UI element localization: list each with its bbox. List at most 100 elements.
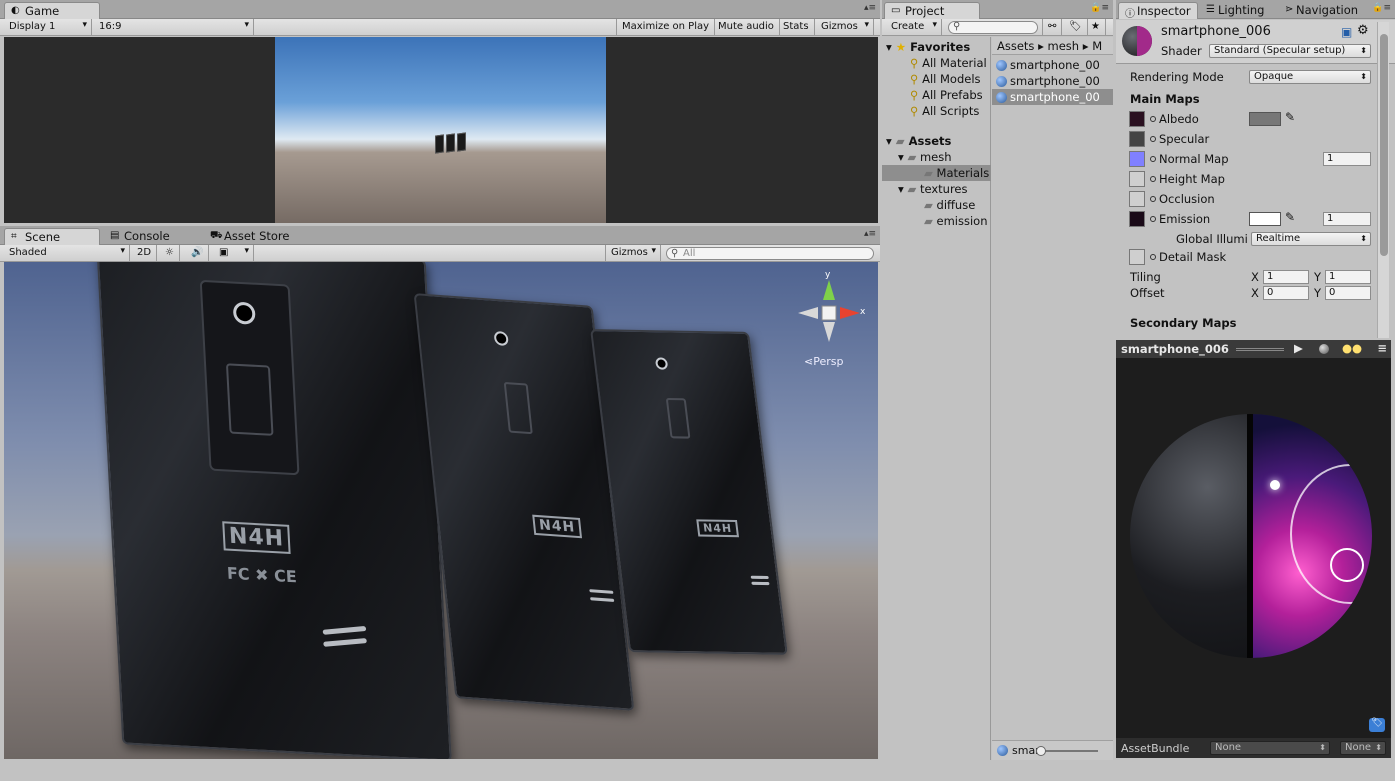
- shading-dropdown[interactable]: Shaded: [4, 245, 130, 261]
- breadcrumb-item[interactable]: Assets: [997, 39, 1034, 53]
- picker-dot-icon[interactable]: [1150, 136, 1156, 142]
- persp-label[interactable]: ⋖Persp: [804, 355, 843, 368]
- lighting-toggle-icon[interactable]: ☼: [160, 245, 180, 261]
- picker-dot-icon[interactable]: [1150, 254, 1156, 260]
- file-item[interactable]: smartphone_00: [992, 57, 1113, 73]
- tiling-x-input[interactable]: 1: [1263, 270, 1309, 284]
- tiling-y-input[interactable]: 1: [1325, 270, 1371, 284]
- tab-console[interactable]: ▤ Console: [104, 228, 200, 245]
- material-name: smartphone_006: [1161, 24, 1271, 39]
- scene-gizmos-dropdown[interactable]: Gizmos: [605, 245, 661, 261]
- file-item[interactable]: smartphone_00: [992, 73, 1113, 89]
- tab-inspector[interactable]: ⓘ Inspector: [1118, 2, 1198, 20]
- project-search-input[interactable]: ⚲: [948, 21, 1038, 34]
- gizmos-dropdown[interactable]: Gizmos: [816, 19, 874, 35]
- detail-mask-slot[interactable]: [1129, 249, 1145, 265]
- aspect-dropdown[interactable]: 16:9: [94, 19, 254, 35]
- stats-button[interactable]: Stats: [778, 19, 815, 35]
- albedo-color-field[interactable]: [1249, 112, 1281, 126]
- favorite-item[interactable]: ⚲ All Models: [910, 71, 981, 87]
- favorite-item[interactable]: ⚲ All Prefabs: [910, 87, 983, 103]
- project-tab-menu-icon[interactable]: 🔒≡: [1090, 3, 1109, 13]
- search-icon: ⚲: [910, 56, 919, 70]
- audio-toggle-icon[interactable]: 🔊: [186, 245, 210, 261]
- eyedropper-icon[interactable]: ✎: [1285, 110, 1295, 124]
- inspector-lock-icon[interactable]: 🔒≡: [1372, 3, 1391, 13]
- picker-dot-icon[interactable]: [1150, 216, 1156, 222]
- offset-y-input[interactable]: 0: [1325, 286, 1371, 300]
- help-book-icon[interactable]: ▣: [1341, 25, 1352, 39]
- assetbundle-variant-dropdown[interactable]: None: [1340, 741, 1386, 755]
- tab-menu-icon[interactable]: ▴≡: [864, 3, 876, 13]
- tree-folder-mesh[interactable]: ▾ ▰ mesh: [898, 149, 952, 165]
- tab-project[interactable]: ▭ Project: [884, 2, 980, 19]
- tree-folder-emission[interactable]: ▰ emission: [924, 213, 988, 229]
- material-sphere-icon: [996, 60, 1007, 71]
- tab-game[interactable]: ◐ Game: [4, 2, 100, 19]
- favorite-item[interactable]: ⚲ All Scripts: [910, 103, 979, 119]
- tab-navigation[interactable]: ⋗ Navigation: [1282, 2, 1372, 19]
- icon-size-slider[interactable]: [1036, 746, 1098, 756]
- picker-dot-icon[interactable]: [1150, 196, 1156, 202]
- scene-viewport[interactable]: N4H FC ✖ CE N4H N4H y x ⋖Persp: [4, 262, 878, 759]
- assetbundle-name-dropdown[interactable]: None: [1210, 741, 1330, 755]
- height-map-slot[interactable]: [1129, 171, 1145, 187]
- 2d-toggle[interactable]: 2D: [132, 245, 158, 261]
- file-item-selected[interactable]: smartphone_00: [992, 89, 1113, 105]
- maximize-on-play-button[interactable]: Maximize on Play: [616, 19, 716, 35]
- play-icon[interactable]: ▶: [1294, 341, 1303, 355]
- breadcrumb-item[interactable]: mesh: [1048, 39, 1080, 53]
- specular-texture-slot[interactable]: [1129, 131, 1145, 147]
- normal-scale-input[interactable]: 1: [1323, 152, 1371, 166]
- preview-menu-icon[interactable]: ≡: [1377, 341, 1387, 355]
- scene-search-input[interactable]: ⚲ All: [666, 247, 874, 260]
- slider-thumb[interactable]: [1036, 746, 1046, 756]
- inspector-scrollbar[interactable]: [1377, 22, 1389, 338]
- eyedropper-icon[interactable]: ✎: [1285, 210, 1295, 224]
- rendering-mode-dropdown[interactable]: Opaque: [1249, 70, 1371, 84]
- picker-dot-icon[interactable]: [1150, 176, 1156, 182]
- info-icon: ⓘ: [1125, 9, 1135, 20]
- display-dropdown[interactable]: Display 1: [4, 19, 92, 35]
- preview-drag-handle[interactable]: [1236, 348, 1284, 351]
- assets-header[interactable]: ▾ ▰ Assets: [886, 133, 951, 149]
- filter-by-label-icon[interactable]: 🏷: [1064, 19, 1088, 35]
- orientation-gizmo[interactable]: y x: [794, 270, 865, 346]
- effects-dropdown-icon[interactable]: ▣: [214, 245, 254, 261]
- tag-icon[interactable]: 🏷: [1369, 718, 1385, 732]
- preview-sphere[interactable]: [1130, 414, 1372, 658]
- tab-asset-store[interactable]: ⛟ Asset Store: [204, 228, 314, 245]
- favorites-header[interactable]: ▾ ★ Favorites: [886, 39, 970, 55]
- tree-folder-materials[interactable]: ▰ Materials: [882, 165, 991, 181]
- scene-tab-menu-icon[interactable]: ▴≡: [864, 229, 876, 239]
- breadcrumb-item[interactable]: M: [1092, 39, 1102, 53]
- emission-texture-slot[interactable]: [1129, 211, 1145, 227]
- picker-dot-icon[interactable]: [1150, 116, 1156, 122]
- mute-audio-button[interactable]: Mute audio: [713, 19, 780, 35]
- favorite-item[interactable]: ⚲ All Material: [910, 55, 987, 71]
- light-toggle-icon[interactable]: ●●: [1342, 341, 1362, 355]
- filter-by-type-icon[interactable]: ⚯: [1042, 19, 1063, 35]
- game-viewport[interactable]: [4, 37, 878, 223]
- phone-model-1[interactable]: N4H FC ✖ CE: [96, 262, 452, 759]
- emission-intensity-input[interactable]: 1: [1323, 212, 1371, 226]
- global-illumination-dropdown[interactable]: Realtime: [1251, 232, 1371, 246]
- picker-dot-icon[interactable]: [1150, 156, 1156, 162]
- favorite-star-icon[interactable]: ★: [1086, 19, 1106, 35]
- create-dropdown[interactable]: Create: [886, 19, 942, 35]
- offset-x-input[interactable]: 0: [1263, 286, 1309, 300]
- tree-folder-diffuse[interactable]: ▰ diffuse: [924, 197, 975, 213]
- scrollbar-thumb[interactable]: [1380, 34, 1388, 256]
- emission-color-field[interactable]: [1249, 212, 1281, 226]
- tab-lighting[interactable]: ☰ Lighting: [1200, 2, 1282, 19]
- tree-folder-textures[interactable]: ▾ ▰ textures: [898, 181, 967, 197]
- port-slot: [225, 363, 274, 436]
- tiling-label: Tiling: [1130, 270, 1161, 284]
- shader-dropdown[interactable]: Standard (Specular setup): [1209, 44, 1371, 58]
- sphere-preview-icon[interactable]: [1319, 344, 1329, 354]
- occlusion-slot[interactable]: [1129, 191, 1145, 207]
- normal-map-slot[interactable]: [1129, 151, 1145, 167]
- tab-scene[interactable]: ⌗ Scene: [4, 228, 100, 245]
- gear-icon[interactable]: ⚙: [1357, 23, 1369, 38]
- albedo-texture-slot[interactable]: [1129, 111, 1145, 127]
